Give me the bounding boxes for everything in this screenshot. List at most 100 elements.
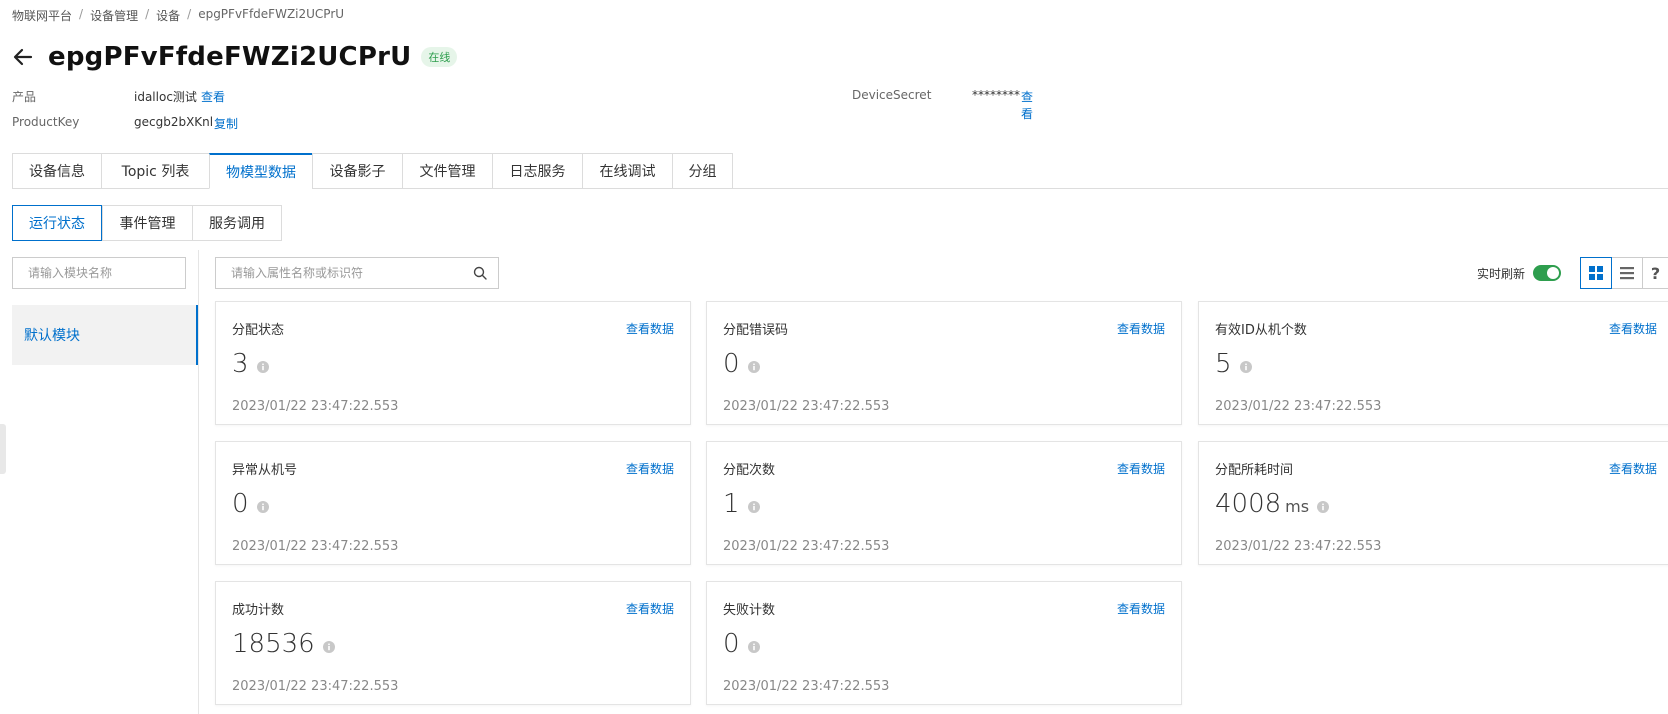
list-view-button[interactable] — [1611, 257, 1643, 289]
breadcrumb-devices[interactable]: 设备 — [156, 7, 180, 24]
property-name: 有效ID从机个数 — [1215, 323, 1307, 338]
tab-online-debug[interactable]: 在线调试 — [582, 153, 672, 189]
view-data-link[interactable]: 查看数据 — [626, 320, 674, 337]
device-meta: 产品 idalloc测试 查看 ProductKey gecgb2bXKnl 复… — [12, 88, 1033, 131]
module-search-input[interactable] — [13, 258, 178, 288]
property-value: 18536 — [232, 629, 335, 659]
property-timestamp: 2023/01/22 23:47:22.553 — [723, 679, 890, 694]
subtab-service-call[interactable]: 服务调用 — [192, 205, 282, 241]
card-view-button[interactable] — [1580, 257, 1612, 289]
sidebar-divider — [198, 250, 199, 714]
property-value: 0 — [723, 629, 760, 659]
property-value-number: 0 — [723, 349, 740, 379]
property-timestamp: 2023/01/22 23:47:22.553 — [1215, 539, 1382, 554]
property-value-number: 18536 — [232, 629, 315, 659]
productkey-value: gecgb2bXKnl — [134, 115, 214, 129]
property-name: 失败计数 — [723, 603, 776, 618]
property-name: 分配所耗时间 — [1215, 463, 1294, 478]
property-timestamp: 2023/01/22 23:47:22.553 — [1215, 399, 1382, 414]
info-icon[interactable] — [1317, 501, 1330, 513]
product-label: 产品 — [12, 90, 37, 104]
breadcrumb-iot-platform[interactable]: 物联网平台 — [12, 7, 72, 24]
main-tabs: 设备信息 Topic 列表 物模型数据 设备影子 文件管理 日志服务 在线调试 … — [12, 153, 1668, 189]
info-icon[interactable] — [747, 501, 760, 513]
tab-topic-list[interactable]: Topic 列表 — [101, 153, 209, 189]
property-card: 分配次数 查看数据 1 2023/01/22 23:47:22.553 — [706, 441, 1182, 565]
property-name: 分配状态 — [232, 323, 285, 338]
property-value: 0 — [723, 349, 760, 379]
property-value: 4008 ms — [1215, 489, 1330, 519]
breadcrumb-device-management[interactable]: 设备管理 — [90, 7, 138, 24]
search-icon[interactable] — [473, 266, 487, 280]
property-unit: ms — [1285, 497, 1310, 516]
tab-device-info[interactable]: 设备信息 — [12, 153, 101, 189]
tab-log-service[interactable]: 日志服务 — [492, 153, 582, 189]
view-devicesecret-link[interactable]: 查看 — [1021, 88, 1033, 122]
property-timestamp: 2023/01/22 23:47:22.553 — [232, 399, 399, 414]
view-data-link[interactable]: 查看数据 — [1117, 460, 1165, 477]
online-status-badge: 在线 — [421, 47, 458, 67]
subtab-event-management[interactable]: 事件管理 — [102, 205, 192, 241]
property-value: 1 — [723, 489, 760, 519]
property-timestamp: 2023/01/22 23:47:22.553 — [232, 539, 399, 554]
sub-tabs: 运行状态 事件管理 服务调用 — [12, 205, 282, 241]
property-card: 分配状态 查看数据 3 2023/01/22 23:47:22.553 — [215, 301, 691, 425]
back-arrow-icon[interactable] — [12, 46, 34, 68]
devicesecret-value: ******** — [972, 88, 1020, 102]
view-toolbar: 实时刷新 ? — [1477, 257, 1668, 289]
realtime-refresh-label: 实时刷新 — [1476, 266, 1525, 281]
subtab-running-status[interactable]: 运行状态 — [12, 205, 102, 241]
module-item-default[interactable]: 默认模块 — [12, 305, 198, 365]
property-value-number: 0 — [723, 629, 740, 659]
property-card: 分配错误码 查看数据 0 2023/01/22 23:47:22.553 — [706, 301, 1182, 425]
property-value: 0 — [232, 489, 269, 519]
property-search-box — [215, 257, 499, 289]
toggle-knob — [1547, 267, 1559, 279]
list-icon — [1620, 267, 1634, 280]
info-icon[interactable] — [256, 361, 269, 373]
property-search-input[interactable] — [216, 258, 473, 288]
view-data-link[interactable]: 查看数据 — [626, 600, 674, 617]
property-card: 失败计数 查看数据 0 2023/01/22 23:47:22.553 — [706, 581, 1182, 705]
property-value: 3 — [232, 349, 269, 379]
view-data-link[interactable]: 查看数据 — [1117, 600, 1165, 617]
property-card: 异常从机号 查看数据 0 2023/01/22 23:47:22.553 — [215, 441, 691, 565]
page-title: epgPFvFfdeFWZi2UCPrU — [48, 42, 412, 72]
property-value-number: 5 — [1215, 349, 1232, 379]
property-value-number: 0 — [232, 489, 249, 519]
view-product-link[interactable]: 查看 — [201, 88, 225, 105]
grid-icon — [1589, 266, 1603, 280]
property-value-number: 4008 — [1215, 489, 1282, 519]
info-icon[interactable] — [747, 361, 760, 373]
view-data-link[interactable]: 查看数据 — [1609, 460, 1657, 477]
tab-thing-model-data[interactable]: 物模型数据 — [209, 153, 312, 189]
tab-groups[interactable]: 分组 — [672, 153, 733, 189]
property-card: 有效ID从机个数 查看数据 5 2023/01/22 23:47:22.553 — [1198, 301, 1668, 425]
property-timestamp: 2023/01/22 23:47:22.553 — [232, 679, 399, 694]
property-timestamp: 2023/01/22 23:47:22.553 — [723, 399, 890, 414]
info-icon[interactable] — [256, 501, 269, 513]
product-value: idalloc测试 — [134, 90, 197, 104]
view-data-link[interactable]: 查看数据 — [626, 460, 674, 477]
breadcrumb-separator: / — [145, 7, 150, 21]
property-value: 5 — [1215, 349, 1252, 379]
view-data-link[interactable]: 查看数据 — [1609, 320, 1657, 337]
property-card: 成功计数 查看数据 18536 2023/01/22 23:47:22.553 — [215, 581, 691, 705]
info-icon[interactable] — [1239, 361, 1252, 373]
breadcrumb: 物联网平台 / 设备管理 / 设备 / epgPFvFfdeFWZi2UCPrU — [12, 7, 344, 24]
tab-device-shadow[interactable]: 设备影子 — [312, 153, 402, 189]
property-card: 分配所耗时间 查看数据 4008 ms 2023/01/22 23:47:22.553 — [1198, 441, 1668, 565]
breadcrumb-separator: / — [187, 7, 192, 21]
copy-productkey-link[interactable]: 复制 — [214, 115, 238, 132]
breadcrumb-separator: / — [79, 7, 84, 21]
property-value-number: 3 — [232, 349, 249, 379]
info-icon[interactable] — [322, 641, 335, 653]
breadcrumb-current-device: epgPFvFfdeFWZi2UCPrU — [198, 7, 345, 21]
help-button[interactable]: ? — [1642, 257, 1668, 289]
tab-file-management[interactable]: 文件管理 — [402, 153, 492, 189]
view-data-link[interactable]: 查看数据 — [1117, 320, 1165, 337]
info-icon[interactable] — [747, 641, 760, 653]
productkey-label: ProductKey — [12, 115, 80, 129]
realtime-refresh-toggle[interactable] — [1533, 265, 1561, 281]
side-drawer-handle[interactable] — [0, 424, 6, 474]
